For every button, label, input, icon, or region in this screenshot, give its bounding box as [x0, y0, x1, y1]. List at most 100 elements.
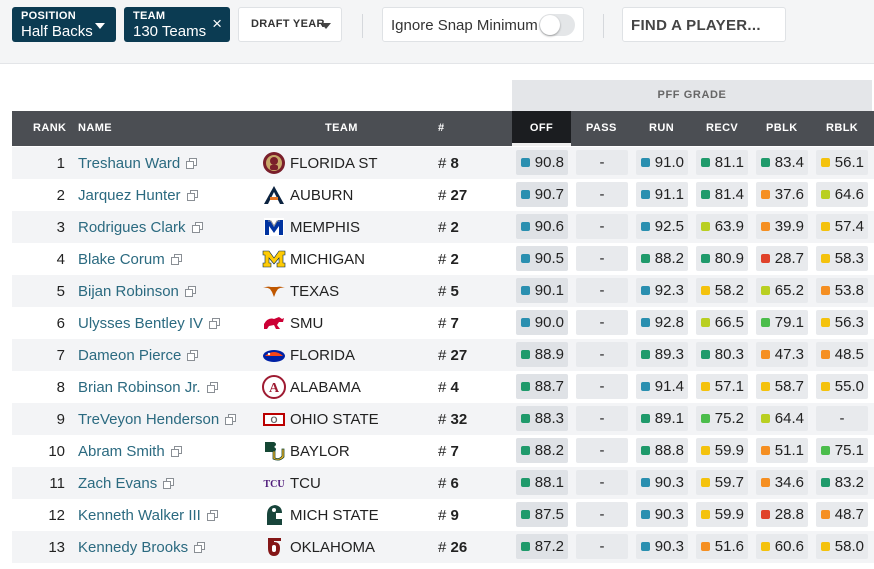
player-name-link[interactable]: Kennedy Brooks [78, 539, 206, 556]
col-rank[interactable]: RANK [33, 111, 66, 146]
player-name-link[interactable]: Abram Smith [78, 443, 182, 460]
external-link-icon[interactable] [184, 286, 196, 297]
external-link-icon[interactable] [170, 254, 182, 265]
team-name: FLORIDA [290, 347, 356, 364]
grade-indicator [521, 446, 530, 455]
grade-indicator [521, 318, 530, 327]
external-link-icon[interactable] [194, 542, 206, 553]
col-pass[interactable]: PASS [586, 111, 617, 146]
position-filter[interactable]: POSITION Half Backs [12, 7, 116, 42]
grade-indicator [821, 478, 830, 487]
col-team[interactable]: TEAM [325, 111, 358, 146]
grade-run-cell: 89.1 [636, 406, 688, 431]
table-row[interactable]: 12 Kenneth Walker III MICH STATE # 9 87.5 - 90… [12, 499, 874, 531]
jersey-number-value: 32 [450, 411, 468, 428]
jersey-number-value: 7 [450, 315, 459, 332]
chevron-down-icon [95, 23, 105, 29]
grade-indicator [641, 350, 650, 359]
col-rblk[interactable]: RBLK [826, 111, 858, 146]
jersey-number-value: 9 [450, 507, 459, 524]
grade-indicator [701, 158, 710, 167]
jersey-number-value: 8 [450, 155, 459, 172]
player-name-link[interactable]: Bijan Robinson [78, 283, 196, 300]
external-link-icon[interactable] [187, 350, 199, 361]
team-name: TCU [290, 475, 321, 492]
grade-run-value: 90.3 [654, 538, 684, 555]
table-row[interactable]: 3 Rodrigues Clark MEMPHIS # 2 90.6 - 92.5 63.9 3… [12, 211, 874, 243]
player-name-link[interactable]: Zach Evans [78, 475, 175, 492]
grade-run-cell: 89.3 [636, 342, 688, 367]
table-row[interactable]: 1 Treshaun Ward FLORIDA ST # 8 90.8 - 91.0 81.1… [12, 147, 874, 179]
table-row[interactable]: 4 Blake Corum MICHIGAN # 2 90.5 - 88.2 80.9 28.7… [12, 243, 874, 275]
grade-run-cell: 91.0 [636, 150, 688, 175]
table-row[interactable]: 5 Bijan Robinson TEXAS # 5 90.1 - 92.3 58.2 65.2… [12, 275, 874, 307]
grade-rblk-cell: 58.0 [816, 534, 868, 559]
grade-indicator [641, 254, 650, 263]
player-name-link[interactable]: Blake Corum [78, 251, 182, 268]
grade-pass-cell: - [576, 214, 628, 239]
player-name-link[interactable]: Treshaun Ward [78, 155, 198, 172]
grade-indicator [821, 350, 830, 359]
col-recv[interactable]: RECV [706, 111, 738, 146]
player-name-link[interactable]: Kenneth Walker III [78, 507, 218, 524]
grade-pass-value: - [599, 442, 605, 459]
player-name-link[interactable]: Jarquez Hunter [78, 187, 198, 204]
player-name-link[interactable]: Ulysses Bentley IV [78, 315, 221, 332]
jersey-number: # 27 [438, 187, 468, 204]
grade-rblk-value: 48.7 [834, 506, 864, 523]
grade-rblk-cell: 56.3 [816, 310, 868, 335]
external-link-icon[interactable] [163, 478, 175, 489]
grade-pblk-value: 51.1 [774, 442, 804, 459]
external-link-icon[interactable] [209, 318, 221, 329]
grade-indicator [641, 286, 650, 295]
close-icon[interactable]: × [212, 15, 222, 32]
grade-pblk-value: 64.4 [774, 410, 804, 427]
external-link-icon[interactable] [225, 414, 237, 425]
grade-indicator [521, 254, 530, 263]
table-row[interactable]: 6 Ulysses Bentley IV SMU # 7 90.0 - 92.8 66.5 79… [12, 307, 874, 339]
draft-year-dropdown[interactable]: DRAFT YEAR [238, 7, 342, 42]
external-link-icon[interactable] [191, 222, 203, 233]
grade-indicator [761, 446, 770, 455]
player-name: Abram Smith [78, 443, 165, 460]
grade-recv-cell: 59.9 [696, 438, 748, 463]
grade-recv-cell: 80.9 [696, 246, 748, 271]
grade-indicator [761, 350, 770, 359]
external-link-icon[interactable] [186, 158, 198, 169]
table-row[interactable]: 11 Zach Evans TCU TCU # 6 88.1 - 90.3 59.7 34.6 83… [12, 467, 874, 499]
player-name-link[interactable]: Dameon Pierce [78, 347, 199, 364]
team-filter[interactable]: TEAM 130 Teams × [124, 7, 230, 42]
player-name-link[interactable]: Brian Robinson Jr. [78, 379, 218, 396]
grade-pblk-value: 28.8 [774, 506, 804, 523]
grade-rblk-value: 53.8 [834, 282, 864, 299]
table-row[interactable]: 2 Jarquez Hunter AUBURN # 27 90.7 - 91.1 81.4 37… [12, 179, 874, 211]
table-row[interactable]: 7 Dameon Pierce FLORIDA # 27 88.9 - 89.3 80.3 47… [12, 339, 874, 371]
external-link-icon[interactable] [186, 190, 198, 201]
table-row[interactable]: 9 TreVeyon Henderson O OHIO STATE # 32 88.3 - 8… [12, 403, 874, 435]
external-link-icon[interactable] [206, 382, 218, 393]
find-player-input[interactable]: FIND A PLAYER... [622, 7, 786, 42]
grade-pass-cell: - [576, 470, 628, 495]
team-name: SMU [290, 315, 324, 332]
col-off[interactable]: OFF [512, 111, 571, 146]
col-name[interactable]: NAME [78, 111, 112, 146]
grade-rblk-cell: 58.3 [816, 246, 868, 271]
col-jersey-number[interactable]: # [438, 111, 445, 146]
table-row[interactable]: 8 Brian Robinson Jr. A ALABAMA # 4 88.7 - 91.4 5… [12, 371, 874, 403]
external-link-icon[interactable] [206, 510, 218, 521]
grade-indicator [701, 350, 710, 359]
external-link-icon[interactable] [170, 446, 182, 457]
grade-off-value: 87.2 [534, 538, 564, 555]
player-name-link[interactable]: TreVeyon Henderson [78, 411, 237, 428]
team-name: MICH STATE [290, 507, 379, 524]
table-row[interactable]: 10 Abram Smith BAYLOR # 7 88.2 - 88.8 59.9 51.1 7… [12, 435, 874, 467]
grade-rblk-value: 55.0 [834, 378, 864, 395]
player-name-link[interactable]: Rodrigues Clark [78, 219, 203, 236]
grade-off-value: 88.2 [534, 442, 564, 459]
snap-minimum-toggle[interactable] [539, 14, 575, 36]
col-run[interactable]: RUN [649, 111, 674, 146]
grade-pass-value: - [599, 154, 605, 171]
jersey-number-value: 27 [450, 347, 468, 364]
col-pblk[interactable]: PBLK [766, 111, 798, 146]
table-row[interactable]: 13 Kennedy Brooks OKLAHOMA # 26 87.2 - 90.3 51.… [12, 531, 874, 563]
